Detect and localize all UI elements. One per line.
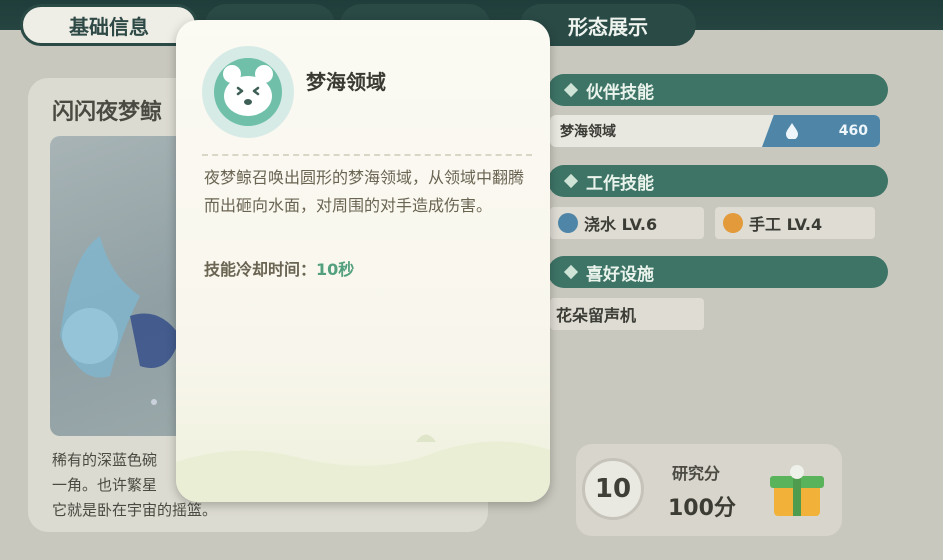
gift-box-icon[interactable] — [766, 460, 828, 522]
cooldown-label: 技能冷却时间： — [204, 260, 317, 279]
research-level: 10 — [594, 474, 632, 504]
creature-name: 闪闪夜梦鲸 — [52, 100, 163, 125]
skill-detail-popup: 梦海领域 夜梦鲸召唤出圆形的梦海领域，从领域中翻腾而出砸向水面，对周围的对手造成… — [176, 20, 550, 502]
popup-cooldown: 技能冷却时间：10秒 — [204, 256, 354, 280]
popup-skill-title: 梦海领域 — [306, 70, 386, 94]
work-skill-handcraft-label: 手工 LV.4 — [749, 215, 823, 234]
section-partner-skill: 伙伴技能 — [548, 74, 888, 106]
skill-cost-value: 460 — [838, 123, 868, 139]
partner-skill-bar[interactable]: 梦海领域 460 — [550, 115, 880, 147]
popup-decorative-hills — [176, 434, 550, 502]
work-skill-watering[interactable]: 浇水 LV.6 — [550, 207, 704, 239]
facility-chip[interactable]: 花朵留声机 — [550, 298, 704, 330]
hand-icon — [723, 213, 743, 233]
cooldown-value: 10秒 — [316, 260, 355, 279]
diamond-icon — [563, 82, 579, 98]
partner-skill-name: 梦海领域 — [560, 124, 616, 140]
research-score: 100分 — [668, 496, 736, 521]
description-line-3: 它就是卧在宇宙的摇篮。 — [52, 501, 218, 519]
diamond-icon — [563, 264, 579, 280]
watering-can-icon — [558, 213, 578, 233]
section-partner-skill-label: 伙伴技能 — [586, 82, 654, 103]
description-line-2: 一角。也许繁星 — [52, 476, 158, 494]
section-work-skill-label: 工作技能 — [586, 173, 654, 194]
popup-skill-description: 夜梦鲸召唤出圆形的梦海领域，从领域中翻腾而出砸向水面，对周围的对手造成伤害。 — [204, 168, 525, 215]
section-work-skill: 工作技能 — [548, 165, 888, 197]
research-label: 研究分 — [672, 464, 721, 483]
section-favorite-facility: 喜好设施 — [548, 256, 888, 288]
skill-cost: 460 — [762, 115, 880, 147]
research-level-badge: 10 — [582, 458, 644, 520]
water-drop-icon — [786, 123, 798, 139]
creature-image — [50, 136, 190, 436]
diamond-icon — [563, 173, 579, 189]
popup-divider — [202, 154, 532, 156]
skill-avatar — [202, 46, 294, 138]
facility-label: 花朵留声机 — [556, 306, 637, 325]
work-skill-watering-label: 浇水 LV.6 — [584, 215, 658, 234]
bear-face-icon — [214, 58, 282, 126]
description-line-1: 稀有的深蓝色碗 — [52, 451, 158, 469]
section-favorite-facility-label: 喜好设施 — [586, 264, 654, 285]
research-panel: 10 研究分 100分 — [576, 444, 842, 536]
tab-basic-info[interactable]: 基础信息 — [20, 4, 198, 46]
creature-description: 稀有的深蓝色碗 一角。也许繁星 它就是卧在宇宙的摇篮。 — [52, 448, 218, 523]
work-skill-handcraft[interactable]: 手工 LV.4 — [715, 207, 875, 239]
creature-illustration — [60, 236, 180, 405]
